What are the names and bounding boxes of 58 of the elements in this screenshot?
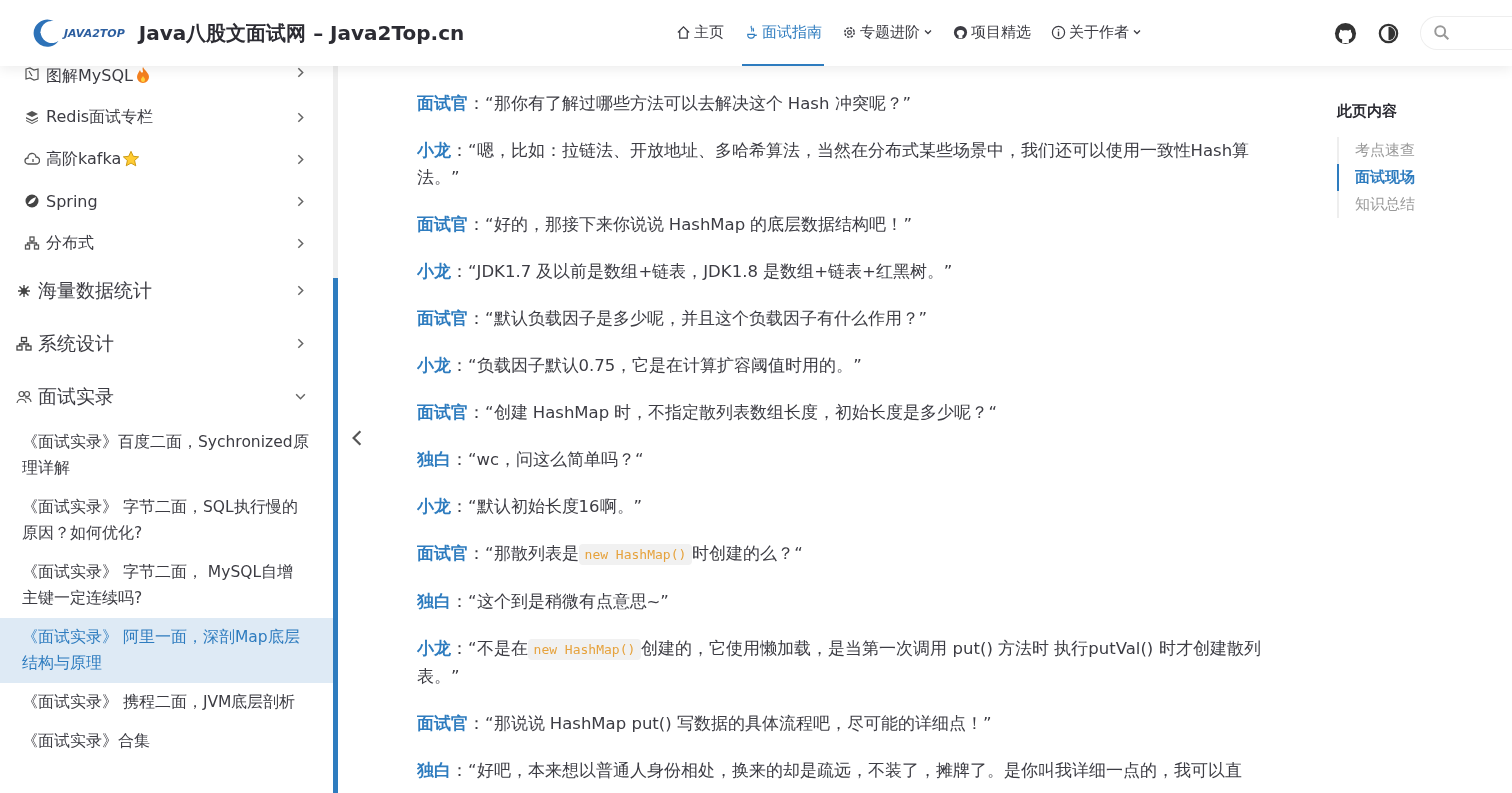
toc-link[interactable]: 面试现场 [1337, 164, 1415, 191]
sidebar-link[interactable]: 《面试实录》 阿里一面，深剖Map底层结构与原理 [0, 618, 333, 683]
sidebar-item[interactable]: 高阶kafka [0, 138, 333, 180]
sidebar-item[interactable]: 系统设计 [0, 317, 333, 370]
dialogue-paragraph: 小龙：“负载因子默认0.75，它是在计算扩容阈值时用的。” [417, 355, 863, 377]
layers-icon [24, 109, 40, 125]
github-icon[interactable] [1334, 21, 1357, 45]
sidebar-item[interactable]: 面试实录 [0, 370, 333, 423]
hierarchy-icon [24, 235, 40, 251]
caret-icon [1132, 27, 1142, 37]
dialogue-paragraph: 独白：“wc，问这么简单吗？“ [417, 449, 645, 471]
map-icon [24, 66, 40, 82]
dialogue-paragraph: 独白：“这个到是稍微有点意思~” [417, 591, 670, 613]
sidebar-link[interactable]: 《面试实录》百度二面，Sychronized原理详解 [0, 423, 333, 488]
sidebar-item[interactable]: 图解MySQL [0, 66, 333, 96]
dialogue-paragraph: 面试官：“那散列表是 new HashMap() 时创建的么？“ [417, 543, 804, 567]
toc-title: 此页内容 [1337, 102, 1398, 121]
sidebar-link[interactable]: 《面试实录》 字节二面， MySQL自增主键一定连续吗? [0, 553, 333, 618]
dialogue-paragraph: 小龙：“不是在 new HashMap() 创建的，它使用懒加载，是当第一次调用 put() 方法时 执行putVal() 时才创建散列表。” [417, 638, 1262, 688]
dialogue-paragraph: 小龙：“默认初始长度16啊。” [417, 496, 644, 518]
home-icon [676, 24, 691, 40]
caret-icon [923, 27, 933, 37]
dialogue-paragraph: 小龙：“嗯，比如：拉链法、开放地址、多哈希算法，当然在分布式某些场景中，我们还可以使用一致性Hash算法。” [417, 140, 1251, 189]
star-icon [122, 150, 141, 168]
theme-toggle-icon[interactable] [1377, 21, 1400, 45]
chevron-left-icon[interactable] [350, 429, 364, 447]
leaf-icon [24, 193, 40, 209]
search-icon [1433, 24, 1451, 42]
cloud-icon [24, 151, 40, 167]
dialogue-paragraph: 面试官：“默认负载因子是多少呢，并且这个负载因子有什么作用？” [417, 308, 929, 330]
info-icon [1051, 24, 1066, 40]
dialogue-paragraph: 面试官：“那说说 HashMap put() 写数据的具体流程吧，尽可能的详细点！” [417, 713, 993, 735]
nav-link[interactable]: 项目精选 [951, 0, 1033, 66]
dialogue-paragraph: 面试官：“那你有了解过哪些方法可以去解决这个 Hash 冲突呢？” [417, 93, 913, 115]
sidebar-link[interactable]: 《面试实录》 携程二面，JVM底层剖析 [0, 683, 333, 722]
sitemap-icon [16, 335, 32, 352]
sidebar-item[interactable]: Redis面试专栏 [0, 96, 333, 138]
sidebar-item[interactable]: Spring [0, 180, 333, 222]
nav-link[interactable]: 主页 [674, 0, 726, 66]
people-icon [16, 388, 32, 405]
dialogue-paragraph: 面试官：“好的，那接下来你说说 HashMap 的底层数据结构吧！” [417, 214, 913, 236]
dialogue-paragraph: 小龙：“JDK1.7 及以前是数组+链表，JDK1.8 是数组+链表+红黑树。” [417, 261, 954, 283]
coffee-cup-icon [744, 24, 759, 40]
site-title[interactable]: Java八股文面试网 – Java2Top.cn [138, 19, 465, 47]
sidebar-link[interactable]: 《面试实录》 字节二面，SQL执行慢的原因？如何优化? [0, 488, 333, 553]
scrollbar[interactable] [333, 278, 338, 793]
nav-link[interactable]: 关于作者 [1049, 0, 1144, 66]
burst-icon [16, 282, 32, 299]
dialogue-paragraph: 面试官：“创建 HashMap 时，不指定散列表数组长度，初始长度是多少呢？“ [417, 402, 998, 424]
sidebar-link[interactable]: 《面试实录》合集 [0, 722, 333, 761]
nav-link[interactable]: 专题进阶 [840, 0, 935, 66]
dialogue-paragraph: 独白：“好吧，本来想以普通人身份相处，换来的却是疏远，不装了，摊牌了。是你叫我详细一点的，我可以直 [417, 760, 1243, 782]
sidebar-item[interactable]: 海量数据统计 [0, 264, 333, 317]
sidebar-item[interactable]: 分布式 [0, 222, 333, 264]
gear-icon [842, 24, 857, 40]
nav-link[interactable]: 面试指南 [742, 0, 824, 66]
github-icon [953, 24, 968, 40]
site-logo[interactable]: JAVA2TOP [28, 18, 125, 48]
